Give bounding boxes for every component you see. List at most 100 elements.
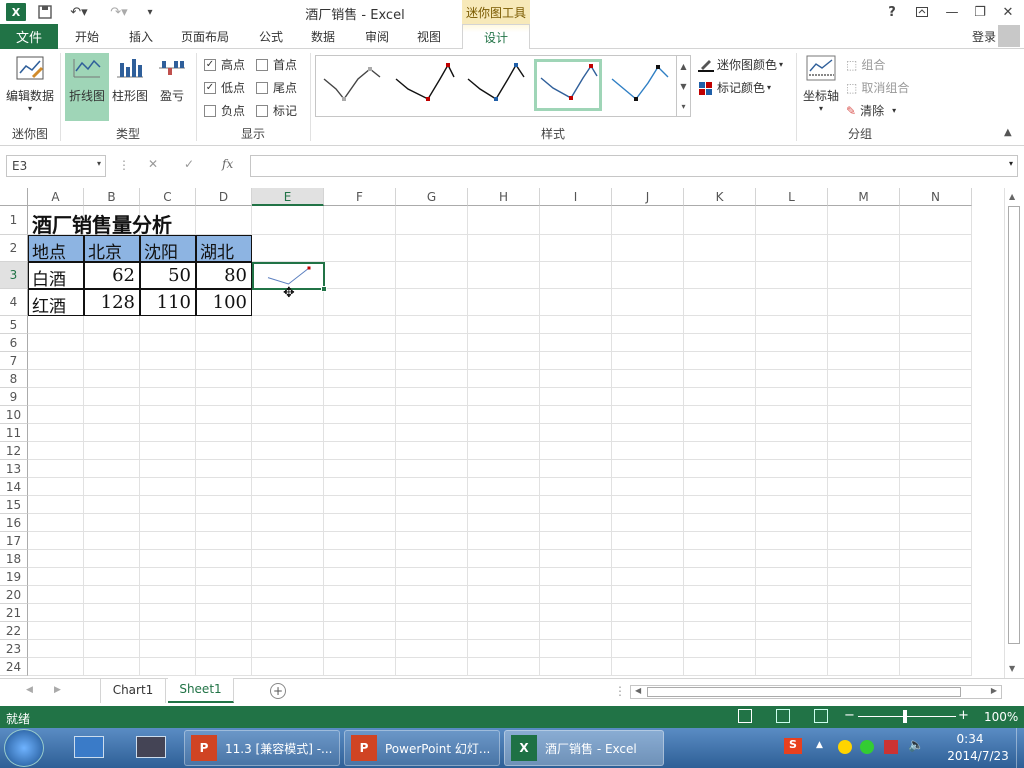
worksheet-grid[interactable]: ABCDEFGHIJKLMN 1 2 3 4 5 6 7 8 9 10 11 12 13 14 15 16 17… [0,188,1004,678]
enter-icon[interactable]: ✓ [184,157,194,171]
negative-point-checkbox[interactable]: 负点 [204,102,245,119]
table-header-cell[interactable]: 北京 [84,235,140,263]
row-header[interactable]: 19 [0,568,28,586]
row-header[interactable]: 1 [0,206,28,235]
tab-view[interactable]: 视图 [406,24,452,49]
normal-view-icon[interactable] [738,709,752,723]
zoom-slider[interactable] [858,716,956,717]
sheet-tab-chart1[interactable]: Chart1 [100,679,166,703]
tray-network-icon[interactable] [838,740,852,754]
row-header[interactable]: 7 [0,352,28,370]
vertical-scrollbar[interactable]: ▲ ▼ [1004,188,1024,678]
clock-time[interactable]: 0:34 [940,732,1000,746]
scroll-down-icon[interactable]: ▼ [1009,664,1015,673]
row-header[interactable]: 24 [0,658,28,676]
h-scroll-thumb[interactable] [647,687,961,697]
row-header[interactable]: 21 [0,604,28,622]
clock-date[interactable]: 2014/7/23 [940,749,1016,763]
restore-icon[interactable]: ❐ [972,3,988,21]
row-header[interactable]: 6 [0,334,28,352]
column-header[interactable]: C [140,188,196,206]
tab-insert[interactable]: 插入 [118,24,164,49]
style-option-3[interactable] [462,59,530,111]
tab-design[interactable]: 设计 [462,24,530,50]
type-winloss-button[interactable]: 盈亏 [152,53,192,104]
show-desktop-button[interactable] [1016,728,1024,768]
table-cell[interactable]: 红酒 [28,289,84,317]
marker-color-button[interactable]: 标记颜色 ▾ [698,79,771,96]
tab-page-layout[interactable]: 页面布局 [172,24,238,49]
group-button[interactable]: ⬚ 组合 [846,56,885,73]
row-header[interactable]: 18 [0,550,28,568]
page-break-view-icon[interactable] [814,709,828,723]
fill-handle[interactable] [321,286,327,292]
ribbon-display-icon[interactable] [914,3,930,21]
tab-file[interactable]: 文件 [0,24,58,49]
type-line-button[interactable]: 折线图 [65,53,109,121]
row-header[interactable]: 17 [0,532,28,550]
low-point-checkbox[interactable]: ✓ 低点 [204,79,245,96]
column-header[interactable]: A [28,188,84,206]
sheet-tab-sheet1[interactable]: Sheet1 [168,678,234,703]
splitter-icon[interactable]: ⋮ [614,684,626,698]
table-cell[interactable]: 62 [84,262,140,289]
row-header[interactable]: 9 [0,388,28,406]
row-header[interactable]: 13 [0,460,28,478]
taskbar-item-ppt-slideshow[interactable]: P PowerPoint 幻灯... [344,730,500,766]
remote-app-icon[interactable] [136,736,166,758]
column-header[interactable]: H [468,188,540,206]
type-column-button[interactable]: 柱形图 [110,53,150,104]
new-sheet-icon[interactable]: + [270,683,286,699]
tray-security-icon[interactable] [884,740,898,754]
scroll-left-icon[interactable]: ◀ [635,686,641,695]
table-cell[interactable]: 80 [196,262,252,289]
taskbar-item-ppt-compat[interactable]: P 11.3 [兼容模式] -... [184,730,340,766]
sparkline-color-button[interactable]: 迷你图颜色 ▾ [698,56,783,73]
taskbar-item-excel[interactable]: X 酒厂销售 - Excel [504,730,664,766]
tab-review[interactable]: 审阅 [354,24,400,49]
row-header[interactable]: 5 [0,316,28,334]
row-header[interactable]: 10 [0,406,28,424]
last-point-checkbox[interactable]: 尾点 [256,79,297,96]
row-header[interactable]: 22 [0,622,28,640]
clear-button[interactable]: ✎ 清除 ▾ [846,102,896,119]
tray-update-icon[interactable] [860,740,874,754]
row-header[interactable]: 14 [0,478,28,496]
expand-formula-icon[interactable]: ▾ [1009,159,1013,168]
style-option-4-selected[interactable] [534,59,602,111]
scroll-thumb[interactable] [1008,206,1020,644]
row-header[interactable]: 2 [0,235,28,262]
style-option-2[interactable] [390,59,458,111]
table-cell[interactable]: 110 [140,289,196,316]
table-cell[interactable]: 50 [140,262,196,289]
scroll-right-icon[interactable]: ▶ [991,686,997,695]
tray-expand-icon[interactable]: ▲ [816,740,823,750]
scroll-up-icon[interactable]: ▲ [1009,192,1015,201]
tab-formulas[interactable]: 公式 [248,24,294,49]
gallery-down-icon[interactable]: ▼ [676,76,690,96]
markers-checkbox[interactable]: 标记 [256,102,297,119]
desktop-icon[interactable] [74,736,104,758]
name-box[interactable]: E3 ▾ [6,155,106,177]
tab-home[interactable]: 开始 [64,24,110,49]
formula-input[interactable]: ▾ [250,155,1018,177]
table-cell[interactable]: 白酒 [28,262,84,290]
axis-button[interactable]: 坐标轴 ▾ [800,53,842,113]
ungroup-button[interactable]: ⬚ 取消组合 [846,79,909,96]
first-point-checkbox[interactable]: 首点 [256,56,297,73]
select-all-corner[interactable] [0,188,28,206]
start-button-icon[interactable] [4,729,44,767]
zoom-level[interactable]: 100% [984,710,1018,724]
login-link[interactable]: 登录 [972,28,996,45]
zoom-slider-thumb[interactable] [903,710,907,723]
cancel-icon[interactable]: ✕ [148,157,158,171]
table-cell[interactable]: 100 [196,289,252,316]
column-header[interactable]: F [324,188,396,206]
row-header[interactable]: 23 [0,640,28,658]
row-header[interactable]: 4 [0,289,28,316]
volume-icon[interactable]: 🔈 [908,738,924,753]
column-header[interactable]: N [900,188,972,206]
tab-data[interactable]: 数据 [300,24,346,49]
row-header[interactable]: 8 [0,370,28,388]
row-header[interactable]: 15 [0,496,28,514]
